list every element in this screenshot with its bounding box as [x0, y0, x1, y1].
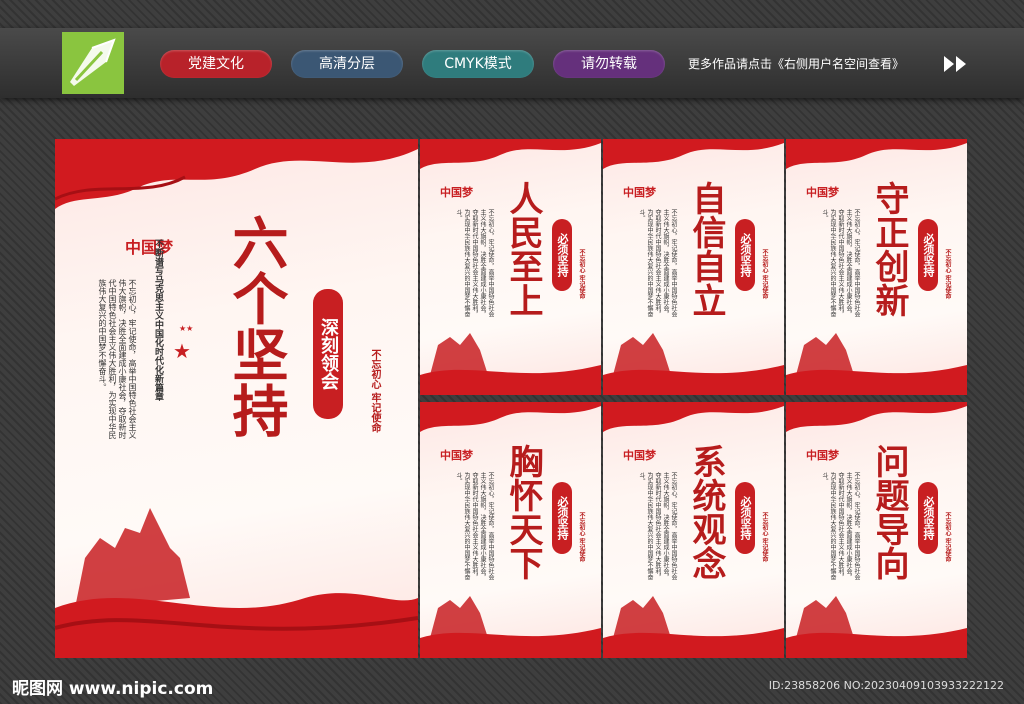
site-logo[interactable]	[62, 32, 124, 94]
star-icon: ★★	[179, 324, 194, 333]
poster-badge: 必须坚持	[918, 482, 938, 554]
pen-icon	[70, 38, 116, 86]
china-dream-emblem: 中国梦	[623, 186, 656, 199]
soldiers-ribbon-graphic	[786, 596, 967, 658]
poster-title: 胸怀天下	[503, 444, 543, 580]
poster-body-text: 不忘初心，牢记使命，高举中国特色社会主义伟大旗帜，决胜全面建成小康社会，夺取新时…	[821, 209, 860, 317]
tag-no-repost[interactable]: 请勿转载	[553, 50, 665, 78]
poster-systems-thinking: 中国梦 系统观念 必须坚持 不忘初心 牢记使命 不忘初心，牢记使命，高举中国特色…	[603, 402, 784, 658]
poster-title: 人民至上	[503, 181, 543, 317]
poster-motto: 不忘初心 牢记使命	[578, 512, 585, 563]
poster-title: 系统观念	[686, 444, 726, 580]
tag-hd-layers[interactable]: 高清分层	[291, 50, 403, 78]
poster-badge: 必须坚持	[552, 219, 572, 291]
poster-global-vision: 中国梦 胸怀天下 必须坚持 不忘初心 牢记使命 不忘初心，牢记使命，高举中国特色…	[420, 402, 601, 658]
china-dream-emblem: 中国梦	[806, 449, 839, 462]
tag-cmyk-mode[interactable]: CMYK模式	[422, 50, 534, 78]
more-works-notice[interactable]: 更多作品请点击《右侧用户名空间查看》	[688, 55, 904, 72]
poster-people-first: 中国梦 人民至上 必须坚持 不忘初心 牢记使命 不忘初心，牢记使命，高举中国特色…	[420, 139, 601, 395]
main-motto: 不忘初心 牢记使命	[369, 349, 380, 433]
china-dream-emblem: 中国梦	[125, 238, 174, 257]
poster-motto: 不忘初心 牢记使命	[944, 512, 951, 563]
poster-motto: 不忘初心 牢记使命	[944, 249, 951, 300]
poster-body-text: 不忘初心，牢记使命，高举中国特色社会主义伟大旗帜，决胜全面建成小康社会，夺取新时…	[455, 472, 494, 580]
soldiers-ribbon-graphic	[420, 333, 601, 395]
soldiers-ribbon-graphic	[786, 333, 967, 395]
poster-body-text: 不忘初心，牢记使命，高举中国特色社会主义伟大旗帜，决胜全面建成小康社会，夺取新时…	[638, 209, 677, 317]
poster-motto: 不忘初心 牢记使命	[761, 249, 768, 300]
main-badge: 深刻领会	[313, 289, 343, 419]
poster-badge: 必须坚持	[552, 482, 572, 554]
red-flag-graphic	[55, 139, 418, 209]
poster-title: 问题导向	[869, 444, 909, 580]
image-id: ID:23858206 NO:20230409103933222122	[768, 679, 1004, 692]
star-icon: ★	[173, 339, 191, 363]
site-watermark: 昵图网 www.nipic.com	[12, 679, 214, 699]
china-dream-emblem: 中国梦	[806, 186, 839, 199]
china-dream-emblem: 中国梦	[440, 186, 473, 199]
poster-problem-oriented: 中国梦 问题导向 必须坚持 不忘初心 牢记使命 不忘初心，牢记使命，高举中国特色…	[786, 402, 967, 658]
poster-title: 守正创新	[869, 181, 909, 317]
soldiers-ribbon-graphic	[55, 508, 418, 658]
soldiers-ribbon-graphic	[603, 333, 784, 395]
tag-party-culture[interactable]: 党建文化	[160, 50, 272, 78]
poster-badge: 必须坚持	[918, 219, 938, 291]
double-chevron-right-icon[interactable]	[942, 54, 970, 74]
red-flag-graphic	[420, 402, 601, 432]
poster-motto: 不忘初心 牢记使命	[578, 249, 585, 300]
poster-badge: 必须坚持	[735, 482, 755, 554]
poster-integrity-innovation: 中国梦 守正创新 必须坚持 不忘初心 牢记使命 不忘初心，牢记使命，高举中国特色…	[786, 139, 967, 395]
red-flag-graphic	[786, 402, 967, 432]
poster-title: 自信自立	[686, 181, 726, 317]
poster-motto: 不忘初心 牢记使命	[761, 512, 768, 563]
red-flag-graphic	[786, 139, 967, 169]
main-poster: 中国梦 六个坚持 深刻领会 不忘初心 牢记使命 不断谱写马克思主义中国化时代化新…	[55, 139, 418, 658]
poster-self-confidence: 中国梦 自信自立 必须坚持 不忘初心 牢记使命 不忘初心，牢记使命，高举中国特色…	[603, 139, 784, 395]
main-title: 六个坚持	[223, 214, 289, 438]
poster-badge: 必须坚持	[735, 219, 755, 291]
main-subtitle: 不断谱写马克思主义中国化时代化新篇章	[153, 239, 163, 401]
main-body-text: 不忘初心，牢记使命，高举中国特色社会主义伟大旗帜，决胜全面建成小康社会，夺取新时…	[98, 279, 137, 439]
poster-body-text: 不忘初心，牢记使命，高举中国特色社会主义伟大旗帜，决胜全面建成小康社会，夺取新时…	[638, 472, 677, 580]
red-flag-graphic	[603, 139, 784, 169]
china-dream-emblem: 中国梦	[440, 449, 473, 462]
soldiers-ribbon-graphic	[603, 596, 784, 658]
poster-body-text: 不忘初心，牢记使命，高举中国特色社会主义伟大旗帜，决胜全面建成小康社会，夺取新时…	[821, 472, 860, 580]
red-flag-graphic	[603, 402, 784, 432]
red-flag-graphic	[420, 139, 601, 169]
poster-body-text: 不忘初心，牢记使命，高举中国特色社会主义伟大旗帜，决胜全面建成小康社会，夺取新时…	[455, 209, 494, 317]
soldiers-ribbon-graphic	[420, 596, 601, 658]
china-dream-emblem: 中国梦	[623, 449, 656, 462]
